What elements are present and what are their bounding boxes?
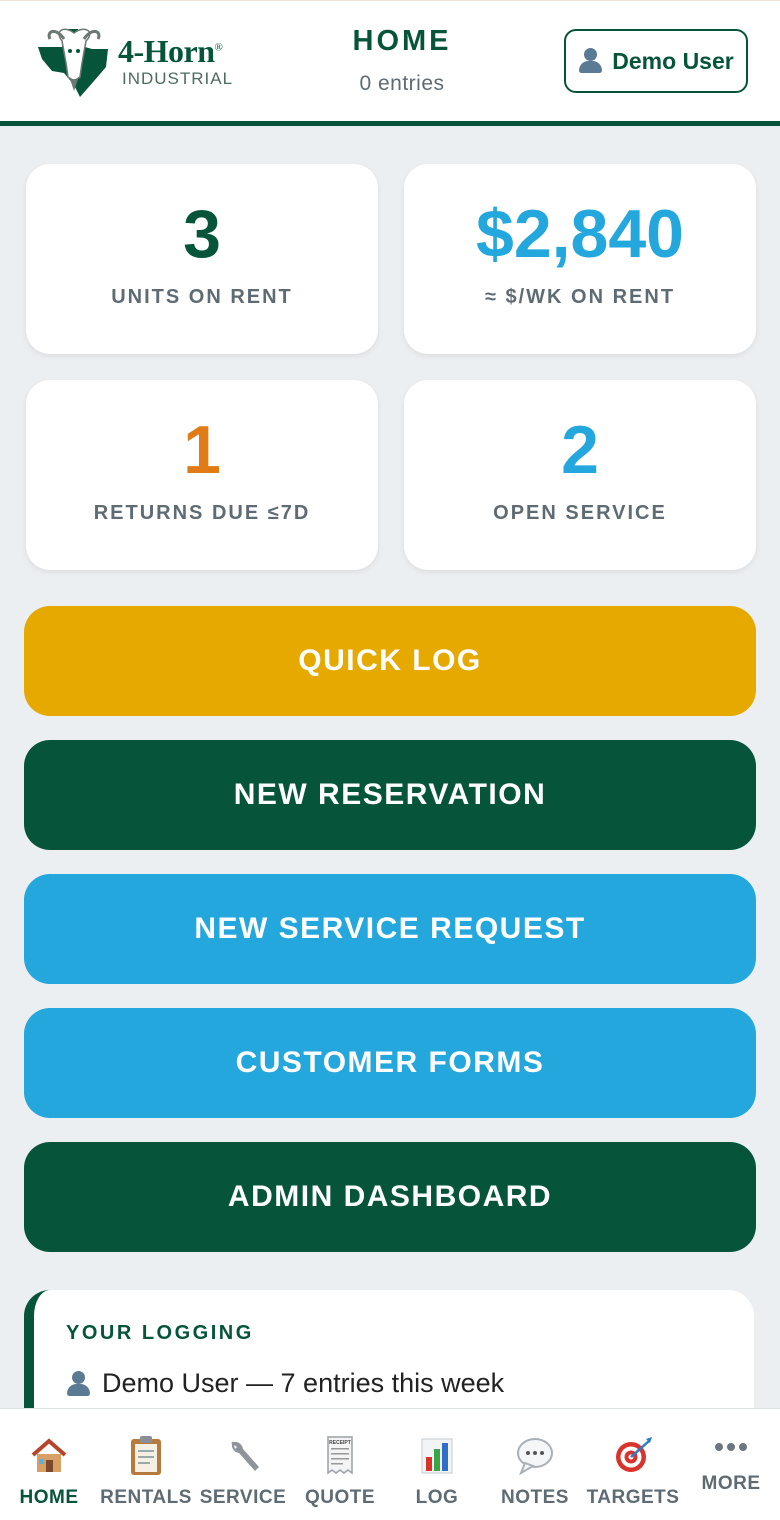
user-icon xyxy=(66,1370,90,1397)
new-reservation-button[interactable]: NEW RESERVATION xyxy=(24,740,756,850)
nav-item-service[interactable]: SERVICE xyxy=(194,1409,292,1520)
nav-item-log[interactable]: LOG xyxy=(388,1409,486,1520)
brand-name: 4-Horn® xyxy=(118,33,223,69)
clipboard-icon xyxy=(131,1436,161,1475)
bar-chart-icon xyxy=(421,1438,453,1474)
stat-value: $2,840 xyxy=(476,196,684,272)
nav-item-notes[interactable]: NOTES xyxy=(486,1409,584,1520)
stat-card-units-on-rent[interactable]: 3 UNITS ON RENT xyxy=(26,164,378,354)
stat-value: 2 xyxy=(561,412,599,488)
nav-label: HOME xyxy=(19,1487,79,1508)
user-menu-button[interactable]: Demo User xyxy=(564,29,748,93)
nav-label: RENTALS xyxy=(100,1487,192,1508)
stat-card-open-service[interactable]: 2 OPEN SERVICE xyxy=(404,380,756,570)
admin-dashboard-button[interactable]: ADMIN DASHBOARD xyxy=(24,1142,756,1252)
app-header: 4-Horn® INDUSTRIAL HOME 0 entries Demo U… xyxy=(0,0,780,126)
nav-item-more[interactable]: MORE xyxy=(682,1409,780,1520)
speech-bubble-icon xyxy=(517,1438,553,1476)
stat-label: RETURNS DUE ≤7D xyxy=(93,502,311,524)
target-icon xyxy=(616,1437,652,1472)
customer-forms-button[interactable]: CUSTOMER FORMS xyxy=(24,1008,756,1118)
page-title: HOME xyxy=(352,25,452,57)
nav-item-rentals[interactable]: RENTALS xyxy=(97,1409,195,1520)
user-icon xyxy=(578,48,603,74)
nav-item-quote[interactable]: RECEIPT QUOTE xyxy=(291,1409,389,1520)
stat-label: UNITS ON RENT xyxy=(111,286,293,308)
logging-summary-text: Demo User — 7 entries this week xyxy=(102,1368,505,1398)
nav-item-targets[interactable]: TARGETS xyxy=(584,1409,682,1520)
svg-text:RECEIPT: RECEIPT xyxy=(329,1440,351,1446)
nav-label: SERVICE xyxy=(199,1487,287,1508)
brand-logo[interactable]: 4-Horn® INDUSTRIAL xyxy=(34,23,254,99)
bottom-nav: HOME RENTALS SERVICE RECEIPT QUOTE LOG N… xyxy=(0,1408,780,1520)
header-title-block: HOME 0 entries xyxy=(300,25,504,96)
nav-item-home[interactable]: HOME xyxy=(0,1409,98,1520)
stat-label: OPEN SERVICE xyxy=(493,502,667,524)
wrench-icon xyxy=(231,1441,259,1471)
brand-subtitle: INDUSTRIAL xyxy=(122,69,234,88)
receipt-icon: RECEIPT xyxy=(327,1436,353,1475)
logging-summary: Demo User — 7 entries this week xyxy=(66,1368,504,1399)
logging-title: YOUR LOGGING xyxy=(66,1322,254,1344)
nav-label: LOG xyxy=(415,1487,459,1508)
quick-log-button[interactable]: QUICK LOG xyxy=(24,606,756,716)
new-service-request-button[interactable]: NEW SERVICE REQUEST xyxy=(24,874,756,984)
nav-label: MORE xyxy=(701,1473,761,1494)
user-name-label: Demo User xyxy=(612,47,734,74)
house-icon xyxy=(31,1438,67,1472)
nav-label: TARGETS xyxy=(586,1487,680,1508)
stat-value: 3 xyxy=(183,196,221,272)
stat-card-returns-due[interactable]: 1 RETURNS DUE ≤7D xyxy=(26,380,378,570)
nav-label: NOTES xyxy=(501,1487,569,1508)
stat-value: 1 xyxy=(183,412,221,488)
nav-label: QUOTE xyxy=(304,1487,376,1508)
entries-count: 0 entries xyxy=(359,72,445,95)
goat-texas-logo-icon xyxy=(38,28,108,97)
stat-label: ≈ $/WK ON RENT xyxy=(484,286,676,308)
stat-card-weekly-rent[interactable]: $2,840 ≈ $/WK ON RENT xyxy=(404,164,756,354)
